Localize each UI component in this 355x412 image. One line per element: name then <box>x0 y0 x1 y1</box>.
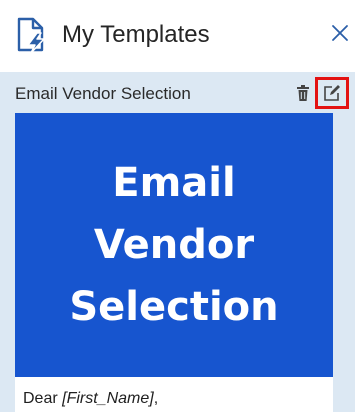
first-name-placeholder: [First_Name] <box>62 390 154 407</box>
templates-pane: My Templates Email Vendor Selection Emai… <box>0 0 355 412</box>
close-icon[interactable] <box>329 22 351 44</box>
pane-header: My Templates <box>0 0 355 72</box>
page-title: My Templates <box>62 21 210 48</box>
template-document-lightning-icon <box>16 17 48 54</box>
greeting-text: Dear [First_Name], <box>23 389 158 409</box>
greeting-suffix: , <box>153 390 159 407</box>
template-list: Email Vendor Selection Email Vendor Sele… <box>0 72 355 412</box>
greeting-prefix: Dear <box>23 390 63 407</box>
template-body-preview: Dear [First_Name], <box>15 377 333 412</box>
preview-line: Email <box>112 160 236 206</box>
delete-template-button[interactable] <box>295 84 311 102</box>
trash-icon <box>297 85 309 101</box>
template-title[interactable]: Email Vendor Selection <box>15 83 191 105</box>
preview-line: Selection <box>69 284 279 330</box>
edit-template-button[interactable] <box>315 77 349 109</box>
edit-icon <box>324 85 340 101</box>
template-preview-image[interactable]: Email Vendor Selection <box>15 113 333 377</box>
preview-line: Vendor <box>93 222 255 268</box>
template-card-header: Email Vendor Selection <box>0 72 355 112</box>
